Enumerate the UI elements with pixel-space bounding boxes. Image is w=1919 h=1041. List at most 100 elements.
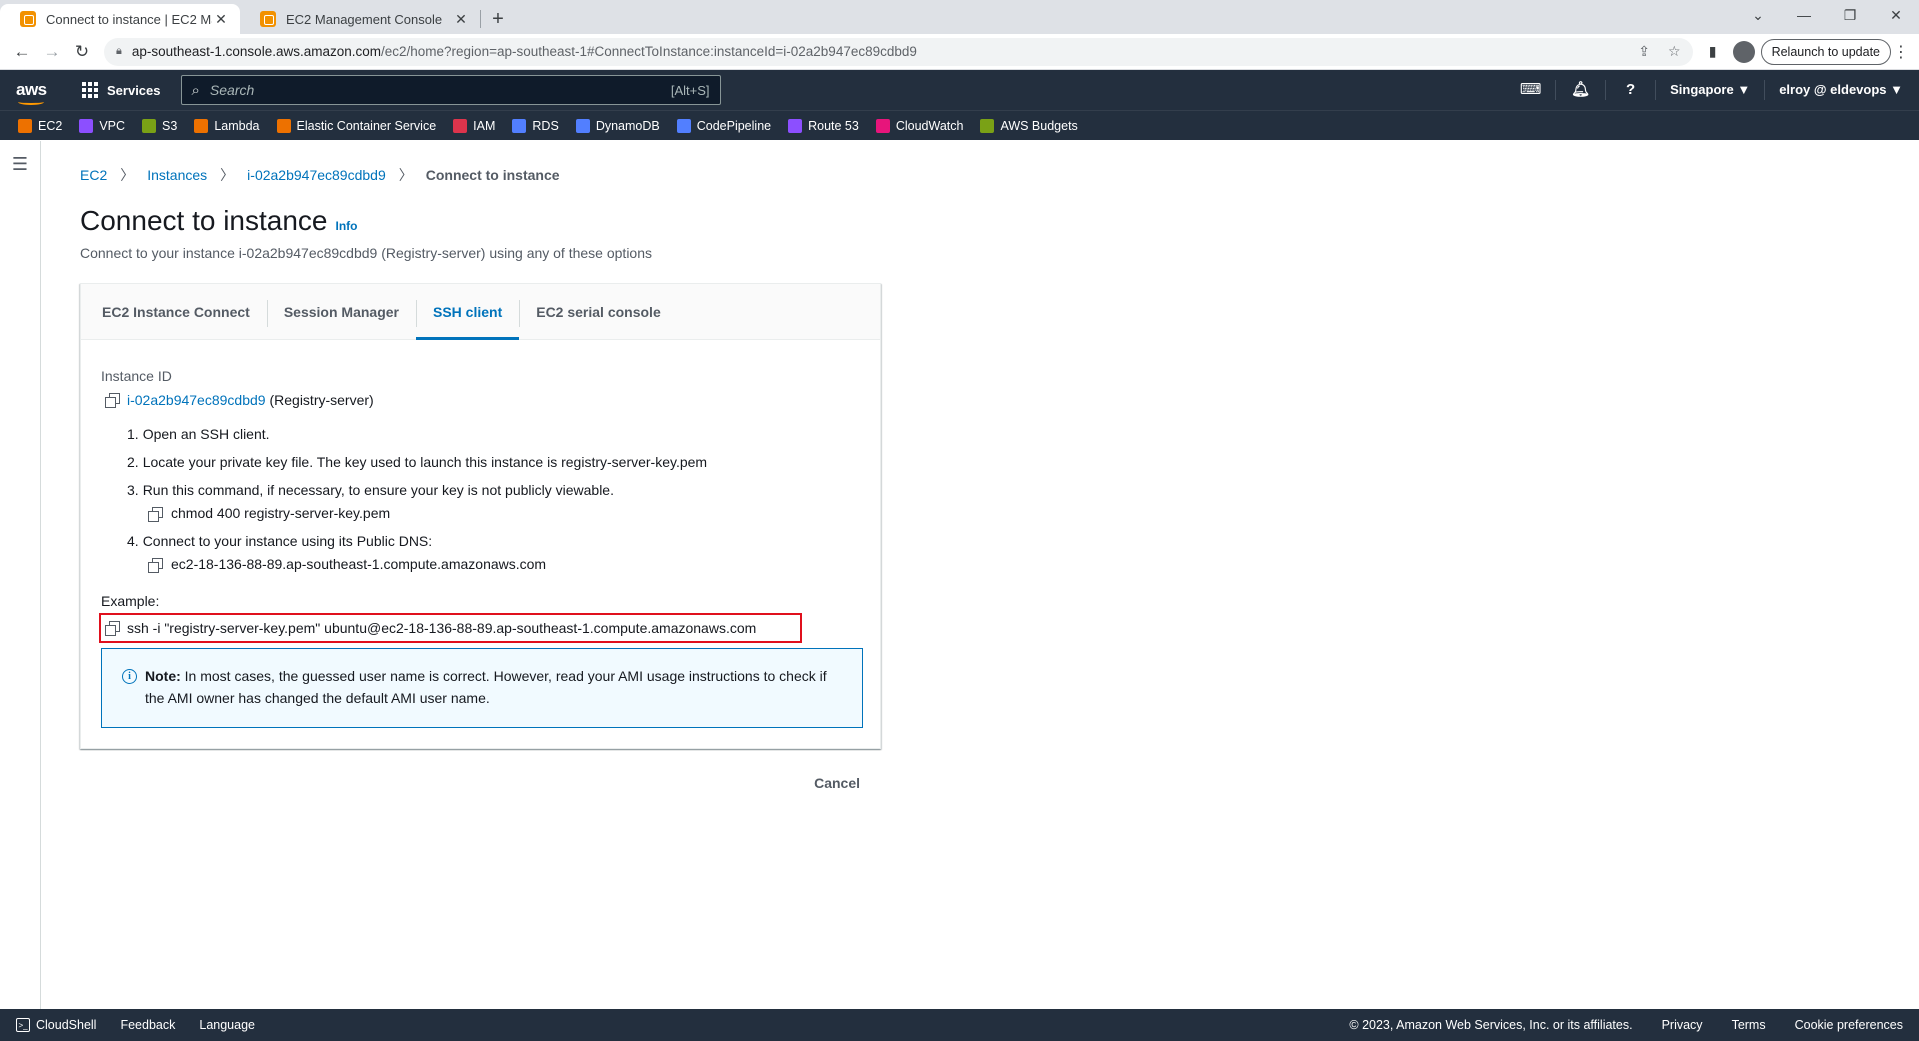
favorite-s3[interactable]: S3 <box>142 118 177 133</box>
favorite-cloudwatch[interactable]: CloudWatch <box>875 118 964 133</box>
url-bar[interactable]: 🔒︎ ap-southeast-1.console.aws.amazon.com… <box>104 37 1693 66</box>
privacy-link[interactable]: Privacy <box>1662 1018 1703 1032</box>
favorite-rds[interactable]: RDS <box>512 118 559 133</box>
public-dns: ec2-18-136-88-89.ap-southeast-1.compute.… <box>171 556 547 572</box>
chmod-command: chmod 400 registry-server-key.pem <box>171 505 391 521</box>
favorite-route53[interactable]: Route 53 <box>788 118 859 133</box>
back-button[interactable]: ← <box>8 38 36 66</box>
step-text: Open an SSH client. <box>142 426 270 442</box>
step-text: Run this command, if necessary, to ensur… <box>142 482 614 498</box>
rds-icon <box>512 118 527 133</box>
chmod-command-row: chmod 400 registry-server-key.pem <box>148 505 860 522</box>
tab-ssh-client[interactable]: SSH client <box>415 284 520 340</box>
route53-icon <box>788 118 803 133</box>
step-number: 2. <box>127 454 139 470</box>
page-header: Connect to instance Info <box>80 205 1919 237</box>
console-footer: >_ CloudShell Feedback Language © 2023, … <box>0 1009 1919 1041</box>
favorite-label: VPC <box>99 118 126 133</box>
region-selector[interactable]: Singapore ▼ <box>1656 80 1766 100</box>
copy-icon[interactable] <box>105 621 120 636</box>
copy-icon[interactable] <box>148 506 163 522</box>
browser-tab-active[interactable]: Connect to instance | EC2 Manag ✕ <box>0 4 240 34</box>
services-label: Services <box>107 82 161 98</box>
favorite-dynamodb[interactable]: DynamoDB <box>575 118 660 133</box>
instance-id-label: Instance ID <box>101 368 172 384</box>
browser-tab[interactable]: EC2 Management Console ✕ <box>240 4 480 34</box>
example-label: Example: <box>101 593 160 609</box>
side-navigation: ☰ <box>0 141 41 1009</box>
reload-button[interactable]: ↻ <box>68 38 96 66</box>
page-title: Connect to instance <box>80 205 328 236</box>
menu-hamburger-icon[interactable]: ☰ <box>12 155 28 173</box>
aws-logo[interactable]: aws <box>16 80 56 105</box>
favorite-codepipeline[interactable]: CodePipeline <box>676 118 771 133</box>
close-icon[interactable]: ✕ <box>212 11 230 28</box>
instance-id-row: i-02a2b947ec89cdbd9 (Registry-server) <box>105 392 860 408</box>
browser-menu-icon[interactable]: ⋮ <box>1891 42 1911 62</box>
account-menu[interactable]: elroy @ eldevops ▼ <box>1765 80 1903 100</box>
services-menu[interactable]: Services <box>82 82 161 98</box>
relaunch-button[interactable]: Relaunch to update <box>1760 38 1891 65</box>
breadcrumb-instances[interactable]: Instances <box>147 167 207 183</box>
lock-icon[interactable]: 🔒︎ <box>116 45 122 58</box>
minimize-icon[interactable]: — <box>1781 0 1827 30</box>
list-item: 3. Run this command, if necessary, to ens… <box>127 482 860 522</box>
bookmark-star-icon[interactable]: ☆ <box>1668 43 1681 60</box>
favorite-ecs[interactable]: Elastic Container Service <box>276 118 436 133</box>
step-number: 1. <box>127 426 139 442</box>
tab-ec2-serial-console[interactable]: EC2 serial console <box>519 284 678 339</box>
tab-ec2-instance-connect[interactable]: EC2 Instance Connect <box>85 284 267 339</box>
instance-id-link[interactable]: i-02a2b947ec89cdbd9 <box>127 392 266 408</box>
copy-icon[interactable] <box>105 393 120 408</box>
copy-icon[interactable] <box>148 557 163 573</box>
info-link[interactable]: Info <box>336 219 358 233</box>
search-input[interactable]: ⌕ Search [Alt+S] <box>180 75 721 105</box>
note-label: Note: <box>145 668 181 684</box>
tab-search-icon[interactable]: ⌄ <box>1735 0 1781 30</box>
help-icon[interactable]: ? <box>1606 80 1657 100</box>
budgets-icon <box>980 118 995 133</box>
share-icon[interactable]: ⇪ <box>1638 43 1650 60</box>
favorite-aws-budgets[interactable]: AWS Budgets <box>980 118 1078 133</box>
favorite-label: RDS <box>532 118 559 133</box>
side-panel-icon[interactable]: ▮ <box>1699 38 1727 66</box>
cancel-button[interactable]: Cancel <box>814 775 860 791</box>
restore-icon[interactable]: ❐ <box>1827 0 1873 30</box>
step-text: Locate your private key file. The key us… <box>142 454 708 470</box>
favorite-lambda[interactable]: Lambda <box>194 118 260 133</box>
list-item: 1. Open an SSH client. <box>127 426 860 443</box>
terms-link[interactable]: Terms <box>1732 1018 1766 1032</box>
page-subtitle: Connect to your instance i-02a2b947ec89c… <box>80 245 652 261</box>
tab-title: EC2 Management Console <box>286 11 443 27</box>
forward-button[interactable]: → <box>38 38 66 66</box>
cloudshell-button[interactable]: CloudShell <box>36 1018 96 1032</box>
profile-avatar[interactable] <box>1732 40 1755 63</box>
breadcrumb: EC2 〉 Instances 〉 i-02a2b947ec89cdbd9 〉 … <box>80 165 1919 185</box>
ecs-icon <box>276 118 291 133</box>
dynamodb-icon <box>575 118 590 133</box>
address-toolbar: ← → ↻ 🔒︎ ap-southeast-1.console.aws.amaz… <box>0 34 1919 70</box>
tab-session-manager[interactable]: Session Manager <box>266 284 416 339</box>
info-circle-icon: i <box>122 669 137 684</box>
notifications-bell-icon[interactable]: 🔔︎ <box>1556 80 1607 100</box>
cloudshell-icon[interactable]: ⌨ <box>1506 80 1557 100</box>
chevron-right-icon: 〉 <box>398 167 413 183</box>
favorite-ec2[interactable]: EC2 <box>18 118 62 133</box>
close-icon[interactable]: ✕ <box>452 11 470 28</box>
note-alert: i Note: In most cases, the guessed user … <box>101 648 863 728</box>
search-shortcut: [Alt+S] <box>670 82 710 98</box>
cookie-preferences-link[interactable]: Cookie preferences <box>1795 1018 1903 1032</box>
breadcrumb-instance-id[interactable]: i-02a2b947ec89cdbd9 <box>247 167 386 183</box>
step-text: Connect to your instance using its Publi… <box>142 533 433 549</box>
feedback-link[interactable]: Feedback <box>120 1018 175 1032</box>
new-tab-button[interactable]: + <box>481 4 515 34</box>
favorite-iam[interactable]: IAM <box>453 118 495 133</box>
favorite-label: Route 53 <box>808 118 859 133</box>
breadcrumb-ec2[interactable]: EC2 <box>80 167 107 183</box>
language-selector[interactable]: Language <box>199 1018 255 1032</box>
ec2-icon <box>18 118 32 133</box>
window-close-icon[interactable]: ✕ <box>1873 0 1919 30</box>
favorite-label: CloudWatch <box>895 118 964 133</box>
codepipeline-icon <box>676 118 691 133</box>
favorite-vpc[interactable]: VPC <box>79 118 126 133</box>
